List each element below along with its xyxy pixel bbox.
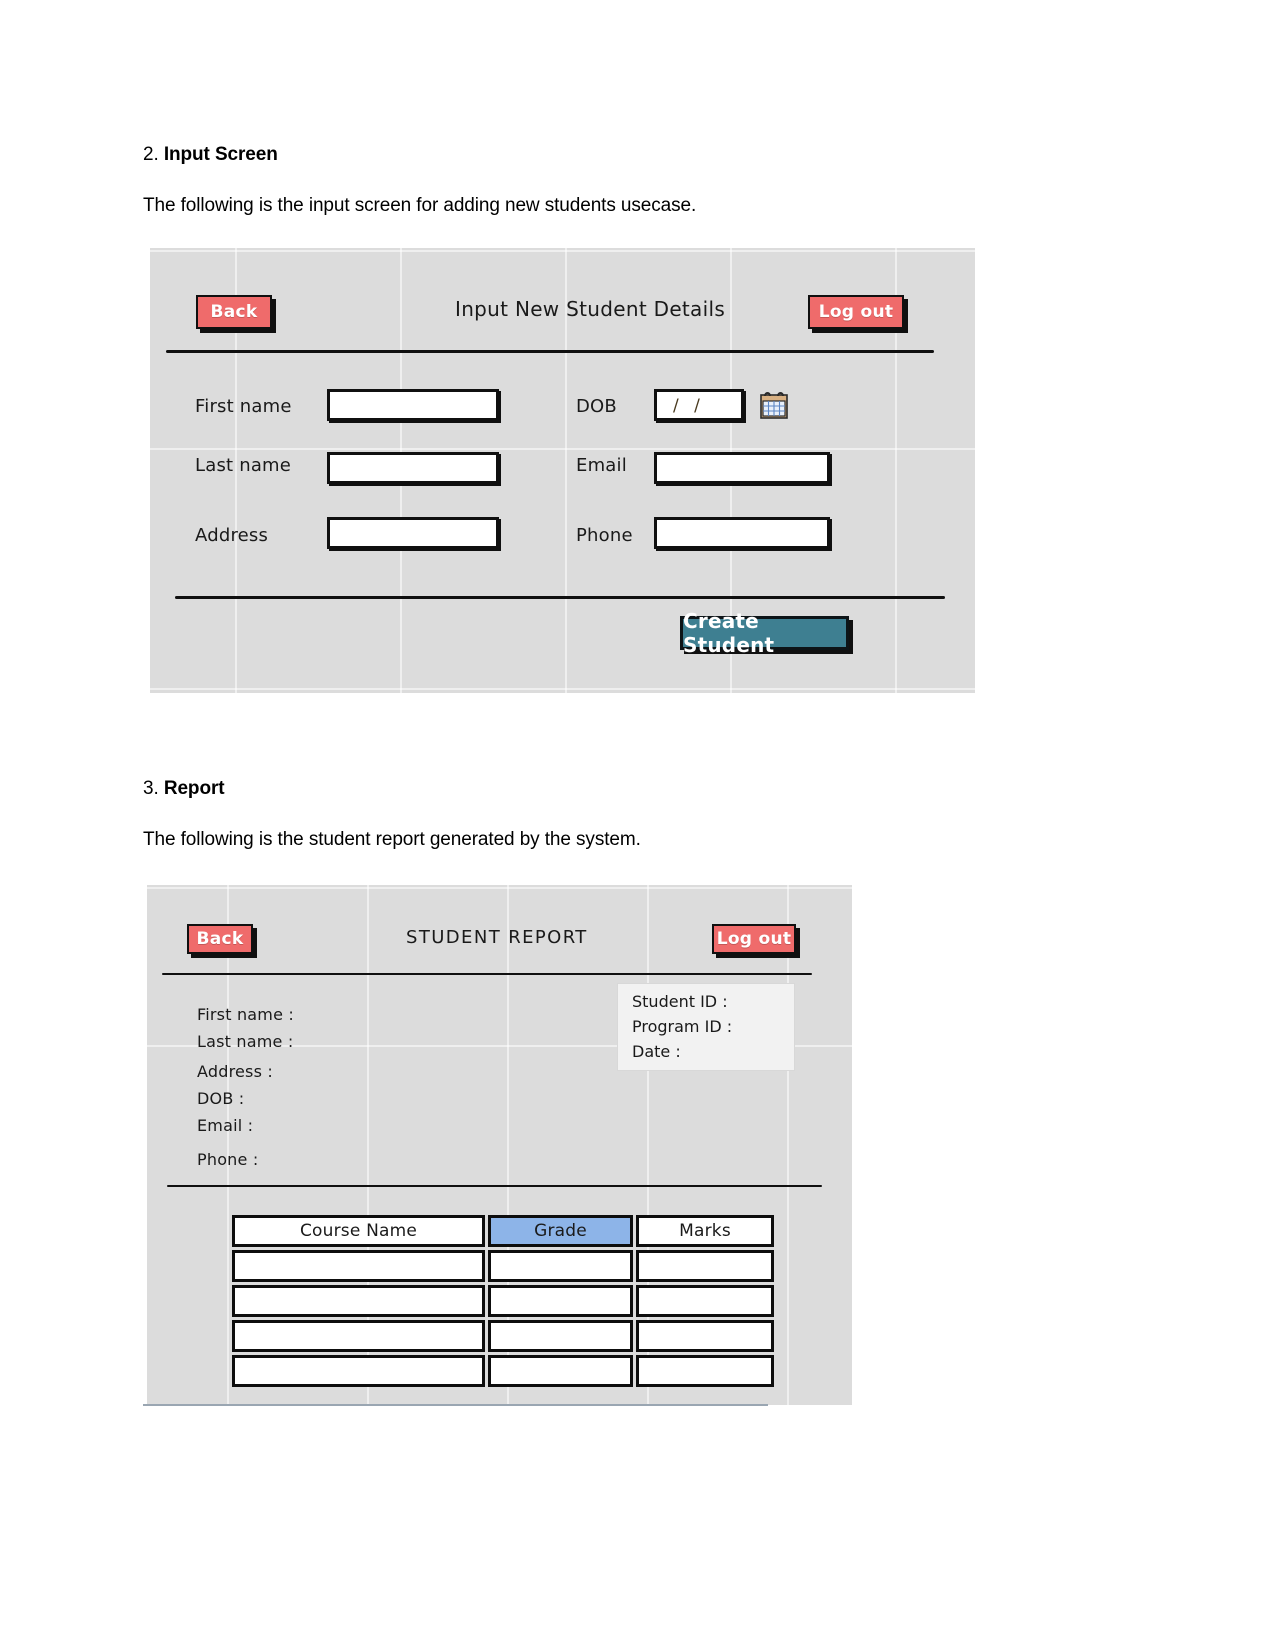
label-first-name: First name — [195, 396, 292, 417]
table-header-row: Course Name Grade Marks — [232, 1215, 774, 1247]
section-3-number: 3. — [143, 778, 159, 799]
cell-grade[interactable] — [488, 1250, 633, 1282]
report-logout-button[interactable]: Log out — [712, 924, 796, 954]
create-student-button[interactable]: Create Student — [680, 609, 849, 657]
report-first-name: First name : — [197, 1005, 295, 1024]
section-3-title: Report — [163, 778, 225, 799]
table-row[interactable] — [232, 1320, 774, 1352]
cell-marks[interactable] — [636, 1320, 774, 1352]
cell-grade[interactable] — [488, 1285, 633, 1317]
cell-grade[interactable] — [488, 1355, 633, 1387]
info-program-id: Program ID : — [632, 1017, 733, 1036]
cell-grade[interactable] — [488, 1320, 633, 1352]
input-screen-mockup: Back Input New Student Details Log out F… — [150, 248, 975, 693]
table-row[interactable] — [232, 1285, 774, 1317]
table-row[interactable] — [232, 1250, 774, 1282]
input-logout-label: Log out — [818, 302, 894, 322]
page-bottom-rule — [143, 1404, 768, 1406]
label-last-name: Last name — [195, 455, 292, 476]
cell-marks[interactable] — [636, 1285, 774, 1317]
report-header-divider — [162, 973, 812, 975]
input-email[interactable] — [654, 452, 830, 484]
report-screen-title: STUDENT REPORT — [406, 927, 588, 948]
section-2-title: Input Screen — [163, 144, 278, 165]
input-back-label: Back — [210, 302, 258, 322]
section-3-paragraph: The following is the student report gene… — [143, 829, 641, 850]
report-address: Address : — [197, 1062, 273, 1081]
input-header-divider — [166, 350, 934, 353]
label-phone: Phone — [576, 525, 633, 546]
header-marks: Marks — [636, 1215, 774, 1247]
report-dob: DOB : — [197, 1089, 245, 1108]
input-footer-divider — [175, 596, 945, 599]
table-row[interactable] — [232, 1355, 774, 1387]
input-dob[interactable]: / / — [654, 389, 744, 421]
report-logout-label: Log out — [716, 929, 792, 949]
calendar-icon[interactable] — [759, 390, 789, 420]
section-2-paragraph: The following is the input screen for ad… — [143, 195, 697, 216]
info-date: Date : — [632, 1042, 681, 1061]
input-back-button[interactable]: Back — [196, 295, 272, 329]
input-screen-title: Input New Student Details — [455, 297, 726, 321]
report-screen-mockup: Back STUDENT REPORT Log out Student ID :… — [147, 885, 852, 1405]
report-phone: Phone : — [197, 1150, 259, 1169]
header-course-name: Course Name — [232, 1215, 485, 1247]
report-email: Email : — [197, 1116, 254, 1135]
header-grade: Grade — [488, 1215, 633, 1247]
course-grades-table: Course Name Grade Marks — [229, 1212, 777, 1390]
cell-course-name[interactable] — [232, 1285, 485, 1317]
input-first-name[interactable] — [327, 389, 499, 421]
cell-course-name[interactable] — [232, 1250, 485, 1282]
cell-marks[interactable] — [636, 1355, 774, 1387]
table-body — [232, 1250, 774, 1387]
document-page: 2. Input Screen The following is the inp… — [0, 0, 1275, 1651]
input-logout-button[interactable]: Log out — [808, 295, 904, 329]
cell-marks[interactable] — [636, 1250, 774, 1282]
section-3-heading: 3. Report — [143, 778, 225, 800]
cell-course-name[interactable] — [232, 1320, 485, 1352]
create-student-label: Create Student — [683, 609, 775, 657]
label-email: Email — [576, 455, 627, 476]
student-info-panel: Student ID : Program ID : Date : — [617, 983, 795, 1071]
input-address[interactable] — [327, 517, 499, 549]
input-dob-value: / / — [673, 396, 705, 416]
label-address: Address — [195, 525, 269, 546]
input-last-name[interactable] — [327, 452, 499, 484]
report-body-divider — [167, 1185, 822, 1187]
report-back-label: Back — [196, 929, 244, 949]
input-phone[interactable] — [654, 517, 830, 549]
cell-course-name[interactable] — [232, 1355, 485, 1387]
report-last-name: Last name : — [197, 1032, 294, 1051]
label-dob: DOB — [576, 396, 617, 417]
section-2-number: 2. — [143, 144, 159, 165]
report-back-button[interactable]: Back — [187, 924, 253, 954]
section-2-heading: 2. Input Screen — [143, 144, 278, 166]
info-student-id: Student ID : — [632, 992, 728, 1011]
